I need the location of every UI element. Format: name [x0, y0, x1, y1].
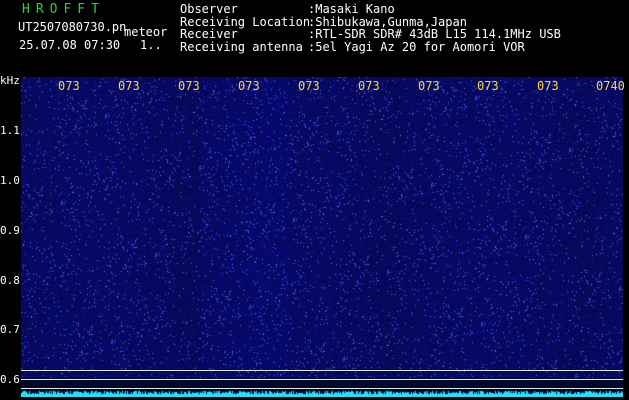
- time-tick-label: 073: [118, 79, 140, 93]
- time-tick-label: 073: [477, 79, 499, 93]
- time-tick-label: 073: [358, 79, 380, 93]
- time-tick-label: 073: [238, 79, 260, 93]
- y-tick-label: 0.7: [0, 323, 20, 336]
- info-row-observer: Observer:Masaki Kano: [180, 2, 395, 16]
- time-tick-label: 0740: [596, 79, 625, 93]
- waterfall-canvas: [21, 77, 623, 397]
- y-tick-label: 1.1: [0, 124, 20, 137]
- y-tick-label: 0.6: [0, 373, 20, 386]
- reference-line: [21, 370, 623, 371]
- info-row-antenna: Receiving antenna:5el Yagi Az 20 for Aom…: [180, 39, 525, 54]
- header-panel: HROFFT UT2507080730.pn meteor 25.07.08 0…: [0, 0, 629, 75]
- time-tick-label: 073: [58, 79, 80, 93]
- file-name: UT2507080730.pn: [18, 20, 127, 34]
- reference-line: [21, 379, 623, 380]
- time-tick-label: 073: [418, 79, 440, 93]
- time-tick-label: 073: [178, 79, 200, 93]
- y-tick-label: 0.8: [0, 274, 20, 287]
- y-tick-label: 0.9: [0, 224, 20, 237]
- station-info: Observer:Masaki Kano Receiving Location:…: [180, 3, 561, 53]
- hrofft-logo: HROFFT: [22, 2, 105, 17]
- info-row-receiver: Receiver:RTL-SDR SDR# 43dB L15 114.1MHz …: [180, 27, 561, 41]
- frequency-unit-label: kHz: [0, 74, 20, 87]
- date-time: 25.07.08 07:30: [19, 38, 121, 52]
- time-tick-label: 073: [537, 79, 559, 93]
- y-tick-label: 1.0: [0, 174, 20, 187]
- meteor-tag: meteor: [124, 25, 168, 39]
- reference-line: [21, 388, 623, 389]
- time-tick-label: 073: [298, 79, 320, 93]
- count-label: 1..: [140, 38, 162, 52]
- spectrogram-plot: [21, 77, 623, 397]
